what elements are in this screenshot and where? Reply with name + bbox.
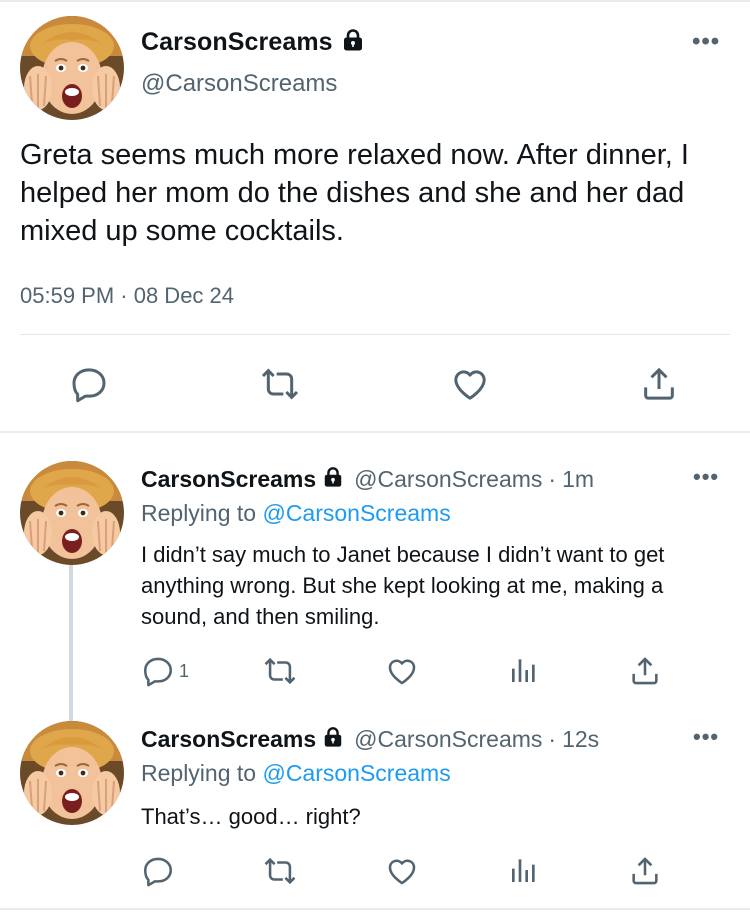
tweet-text: Greta seems much more relaxed now. After… — [20, 139, 689, 247]
reply-tweet[interactable]: CarsonScreams @CarsonScreams · 1m ••• Re… — [0, 461, 750, 701]
lock-icon — [322, 466, 344, 493]
retweet-icon — [263, 654, 297, 688]
like-icon — [385, 854, 419, 888]
avatar[interactable] — [20, 461, 124, 565]
display-name[interactable]: CarsonScreams — [141, 726, 316, 753]
reply-button[interactable] — [141, 854, 179, 888]
reply-tweet[interactable]: CarsonScreams @CarsonScreams · 12s ••• R… — [0, 721, 750, 901]
reply-count: 1 — [179, 660, 190, 681]
more-options-icon[interactable]: ••• — [693, 726, 719, 748]
share-icon — [628, 854, 662, 888]
relative-time[interactable]: 12s — [562, 726, 599, 753]
share-icon — [639, 364, 679, 404]
retweet-button[interactable] — [263, 654, 297, 688]
replying-to: Replying to @CarsonScreams — [141, 760, 451, 787]
like-button[interactable] — [385, 854, 419, 888]
reply-icon — [141, 854, 175, 888]
retweet-icon — [260, 364, 300, 404]
more-options-icon[interactable]: ••• — [692, 30, 720, 54]
avatar[interactable] — [20, 721, 124, 825]
handle[interactable]: @CarsonScreams — [141, 70, 337, 98]
tweet-timestamp[interactable]: 05:59 PM · 08 Dec 24 — [20, 283, 234, 309]
reply-icon — [141, 654, 175, 688]
share-button[interactable] — [637, 362, 681, 406]
lock-icon — [341, 28, 365, 57]
divider — [20, 334, 730, 335]
tweet-text: I didn’t say much to Janet because I did… — [141, 542, 665, 629]
mention-link[interactable]: @CarsonScreams — [262, 500, 450, 526]
avatar[interactable] — [20, 16, 124, 120]
retweet-icon — [263, 854, 297, 888]
analytics-icon — [508, 854, 540, 886]
separator-dot: · — [548, 466, 557, 492]
replying-to: Replying to @CarsonScreams — [141, 500, 451, 527]
author-row: CarsonScreams @CarsonScreams · 12s — [141, 726, 599, 753]
reply-icon — [69, 364, 109, 404]
handle[interactable]: @CarsonScreams — [354, 466, 542, 493]
analytics-button[interactable] — [508, 654, 540, 686]
main-tweet: CarsonScreams @CarsonScreams ••• Greta s… — [0, 0, 750, 432]
divider — [0, 431, 750, 433]
retweet-button[interactable] — [258, 362, 302, 406]
like-button[interactable] — [385, 654, 419, 688]
replying-to-label: Replying to — [141, 760, 257, 786]
like-icon — [450, 364, 490, 404]
bottom-divider — [0, 908, 750, 910]
like-button[interactable] — [448, 362, 492, 406]
share-button[interactable] — [628, 654, 662, 688]
display-name[interactable]: CarsonScreams — [141, 466, 316, 493]
handle[interactable]: @CarsonScreams — [354, 726, 542, 753]
tweet-text: That’s… good… right? — [141, 804, 361, 829]
mention-link[interactable]: @CarsonScreams — [262, 760, 450, 786]
more-options-icon[interactable]: ••• — [693, 466, 719, 488]
author-row: CarsonScreams — [141, 28, 365, 57]
replying-to-label: Replying to — [141, 500, 257, 526]
analytics-button[interactable] — [508, 854, 540, 886]
separator-dot: · — [548, 726, 557, 752]
share-button[interactable] — [628, 854, 662, 888]
relative-time[interactable]: 1m — [562, 466, 594, 493]
reply-button[interactable]: 1 — [141, 654, 189, 688]
lock-icon — [322, 726, 344, 753]
retweet-button[interactable] — [263, 854, 297, 888]
reply-button[interactable] — [67, 362, 111, 406]
display-name[interactable]: CarsonScreams — [141, 28, 333, 57]
share-icon — [628, 654, 662, 688]
analytics-icon — [508, 654, 540, 686]
author-row: CarsonScreams @CarsonScreams · 1m — [141, 466, 594, 493]
like-icon — [385, 654, 419, 688]
